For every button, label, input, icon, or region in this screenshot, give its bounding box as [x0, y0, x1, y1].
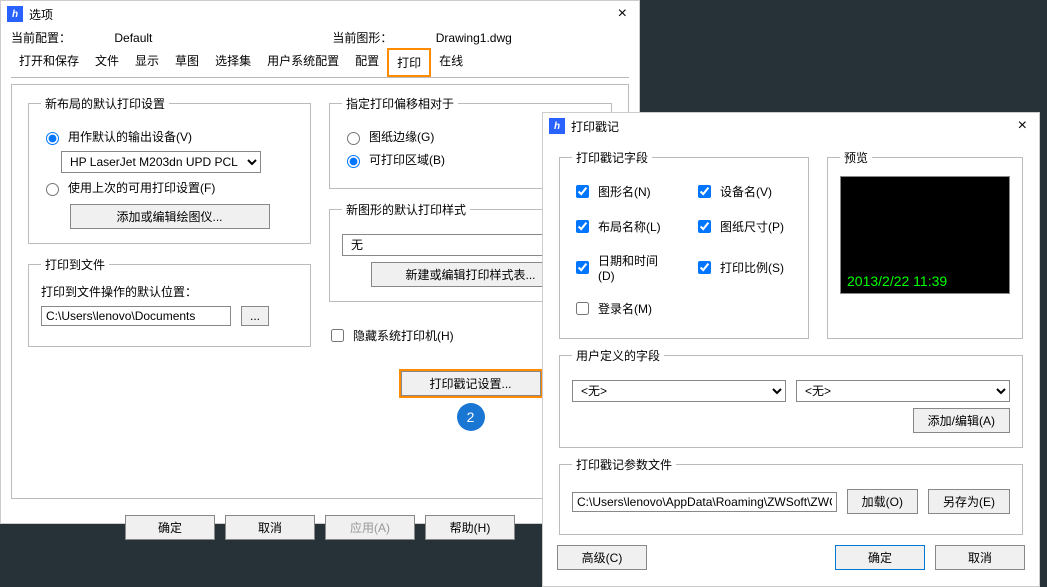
layout-defaults-group: 新布局的默认打印设置 用作默认的输出设备(V) HP LaserJet M203…	[28, 95, 311, 244]
preview-area: 2013/2/22 11:39	[840, 176, 1010, 294]
tab-selection[interactable]: 选择集	[207, 48, 259, 77]
plot-to-file-path[interactable]	[41, 306, 231, 326]
config-value: Default	[114, 31, 152, 45]
titlebar: h 选项 ×	[1, 1, 639, 27]
user-fields-legend: 用户定义的字段	[572, 347, 664, 364]
advanced-button[interactable]: 高级(C)	[557, 545, 647, 570]
param-file-path[interactable]	[572, 492, 837, 512]
close-icon[interactable]: ×	[612, 5, 633, 23]
tab-print[interactable]: 打印	[387, 48, 431, 77]
load-button[interactable]: 加载(O)	[847, 489, 918, 514]
config-label: 当前配置：	[11, 31, 71, 45]
stamp-cancel-button[interactable]: 取消	[935, 545, 1025, 570]
status-row: 当前配置： Default 当前图形： Drawing1.dwg	[1, 27, 639, 48]
chk-datetime[interactable]: 日期和时间(D)	[572, 252, 674, 283]
layout-defaults-legend: 新布局的默认打印设置	[41, 95, 169, 112]
radio-last-settings[interactable]: 使用上次的可用打印设置(F)	[41, 179, 298, 196]
printer-select[interactable]: HP LaserJet M203dn UPD PCL 6	[61, 151, 261, 173]
browse-button[interactable]: ...	[241, 306, 269, 326]
user-field-2-select[interactable]: <无>	[796, 380, 1010, 402]
chk-scale[interactable]: 打印比例(S)	[694, 252, 796, 283]
user-fields-group: 用户定义的字段 <无> <无> 添加/编辑(A)	[559, 347, 1023, 448]
stamp-fields-group: 打印戳记字段 图形名(N) 设备名(V) 布局名称(L) 图纸尺寸(P) 日期和…	[559, 149, 809, 339]
preview-timestamp: 2013/2/22 11:39	[847, 273, 947, 289]
radio-default-output[interactable]: 用作默认的输出设备(V)	[41, 128, 298, 145]
cancel-button[interactable]: 取消	[225, 515, 315, 540]
tabs: 打开和保存 文件 显示 草图 选择集 用户系统配置 配置 打印 在线	[11, 48, 629, 78]
tab-file[interactable]: 文件	[87, 48, 127, 77]
preview-legend: 预览	[840, 149, 872, 166]
add-edit-button[interactable]: 添加/编辑(A)	[913, 408, 1010, 433]
preview-group: 预览 2013/2/22 11:39	[827, 149, 1023, 339]
plot-to-file-group: 打印到文件 打印到文件操作的默认位置： ...	[28, 256, 311, 347]
chk-paper-size[interactable]: 图纸尺寸(P)	[694, 217, 796, 236]
ok-button[interactable]: 确定	[125, 515, 215, 540]
offset-legend: 指定打印偏移相对于	[342, 95, 458, 112]
stamp-titlebar: h 打印戳记 ×	[543, 113, 1039, 139]
tab-user-sys[interactable]: 用户系统配置	[259, 48, 347, 77]
chk-layout-name[interactable]: 布局名称(L)	[572, 217, 674, 236]
app-icon: h	[7, 6, 23, 22]
drawing-label: 当前图形：	[332, 31, 392, 45]
tab-online[interactable]: 在线	[431, 48, 471, 77]
chk-device-name[interactable]: 设备名(V)	[694, 182, 796, 201]
tab-display[interactable]: 显示	[127, 48, 167, 77]
apply-button[interactable]: 应用(A)	[325, 515, 415, 540]
param-file-group: 打印戳记参数文件 加载(O) 另存为(E)	[559, 456, 1023, 535]
style-legend: 新图形的默认打印样式	[342, 201, 470, 218]
app-icon: h	[549, 118, 565, 134]
edit-style-button[interactable]: 新建或编辑打印样式表...	[371, 262, 571, 287]
print-stamp-window: h 打印戳记 × 打印戳记字段 图形名(N) 设备名(V) 布局名称(L) 图纸…	[542, 112, 1040, 587]
drawing-value: Drawing1.dwg	[436, 31, 512, 45]
help-button[interactable]: 帮助(H)	[425, 515, 515, 540]
stamp-fields-legend: 打印戳记字段	[572, 149, 652, 166]
chk-drawing-name[interactable]: 图形名(N)	[572, 182, 674, 201]
tab-open-save[interactable]: 打开和保存	[11, 48, 87, 77]
add-plotter-button[interactable]: 添加或编辑绘图仪...	[70, 204, 270, 229]
plot-to-file-legend: 打印到文件	[41, 256, 109, 273]
tab-profile[interactable]: 配置	[347, 48, 387, 77]
badge-2: 2	[457, 403, 485, 431]
stamp-settings-button[interactable]: 打印戳记设置...	[401, 371, 541, 396]
stamp-ok-button[interactable]: 确定	[835, 545, 925, 570]
window-title: 选项	[29, 6, 612, 23]
plot-to-file-label: 打印到文件操作的默认位置：	[41, 283, 298, 300]
user-field-1-select[interactable]: <无>	[572, 380, 786, 402]
stamp-title: 打印戳记	[571, 118, 1012, 135]
tab-body: 新布局的默认打印设置 用作默认的输出设备(V) HP LaserJet M203…	[11, 84, 629, 499]
param-file-legend: 打印戳记参数文件	[572, 456, 676, 473]
tab-draft[interactable]: 草图	[167, 48, 207, 77]
chk-login[interactable]: 登录名(M)	[572, 299, 674, 318]
saveas-button[interactable]: 另存为(E)	[928, 489, 1010, 514]
close-icon[interactable]: ×	[1012, 117, 1033, 135]
